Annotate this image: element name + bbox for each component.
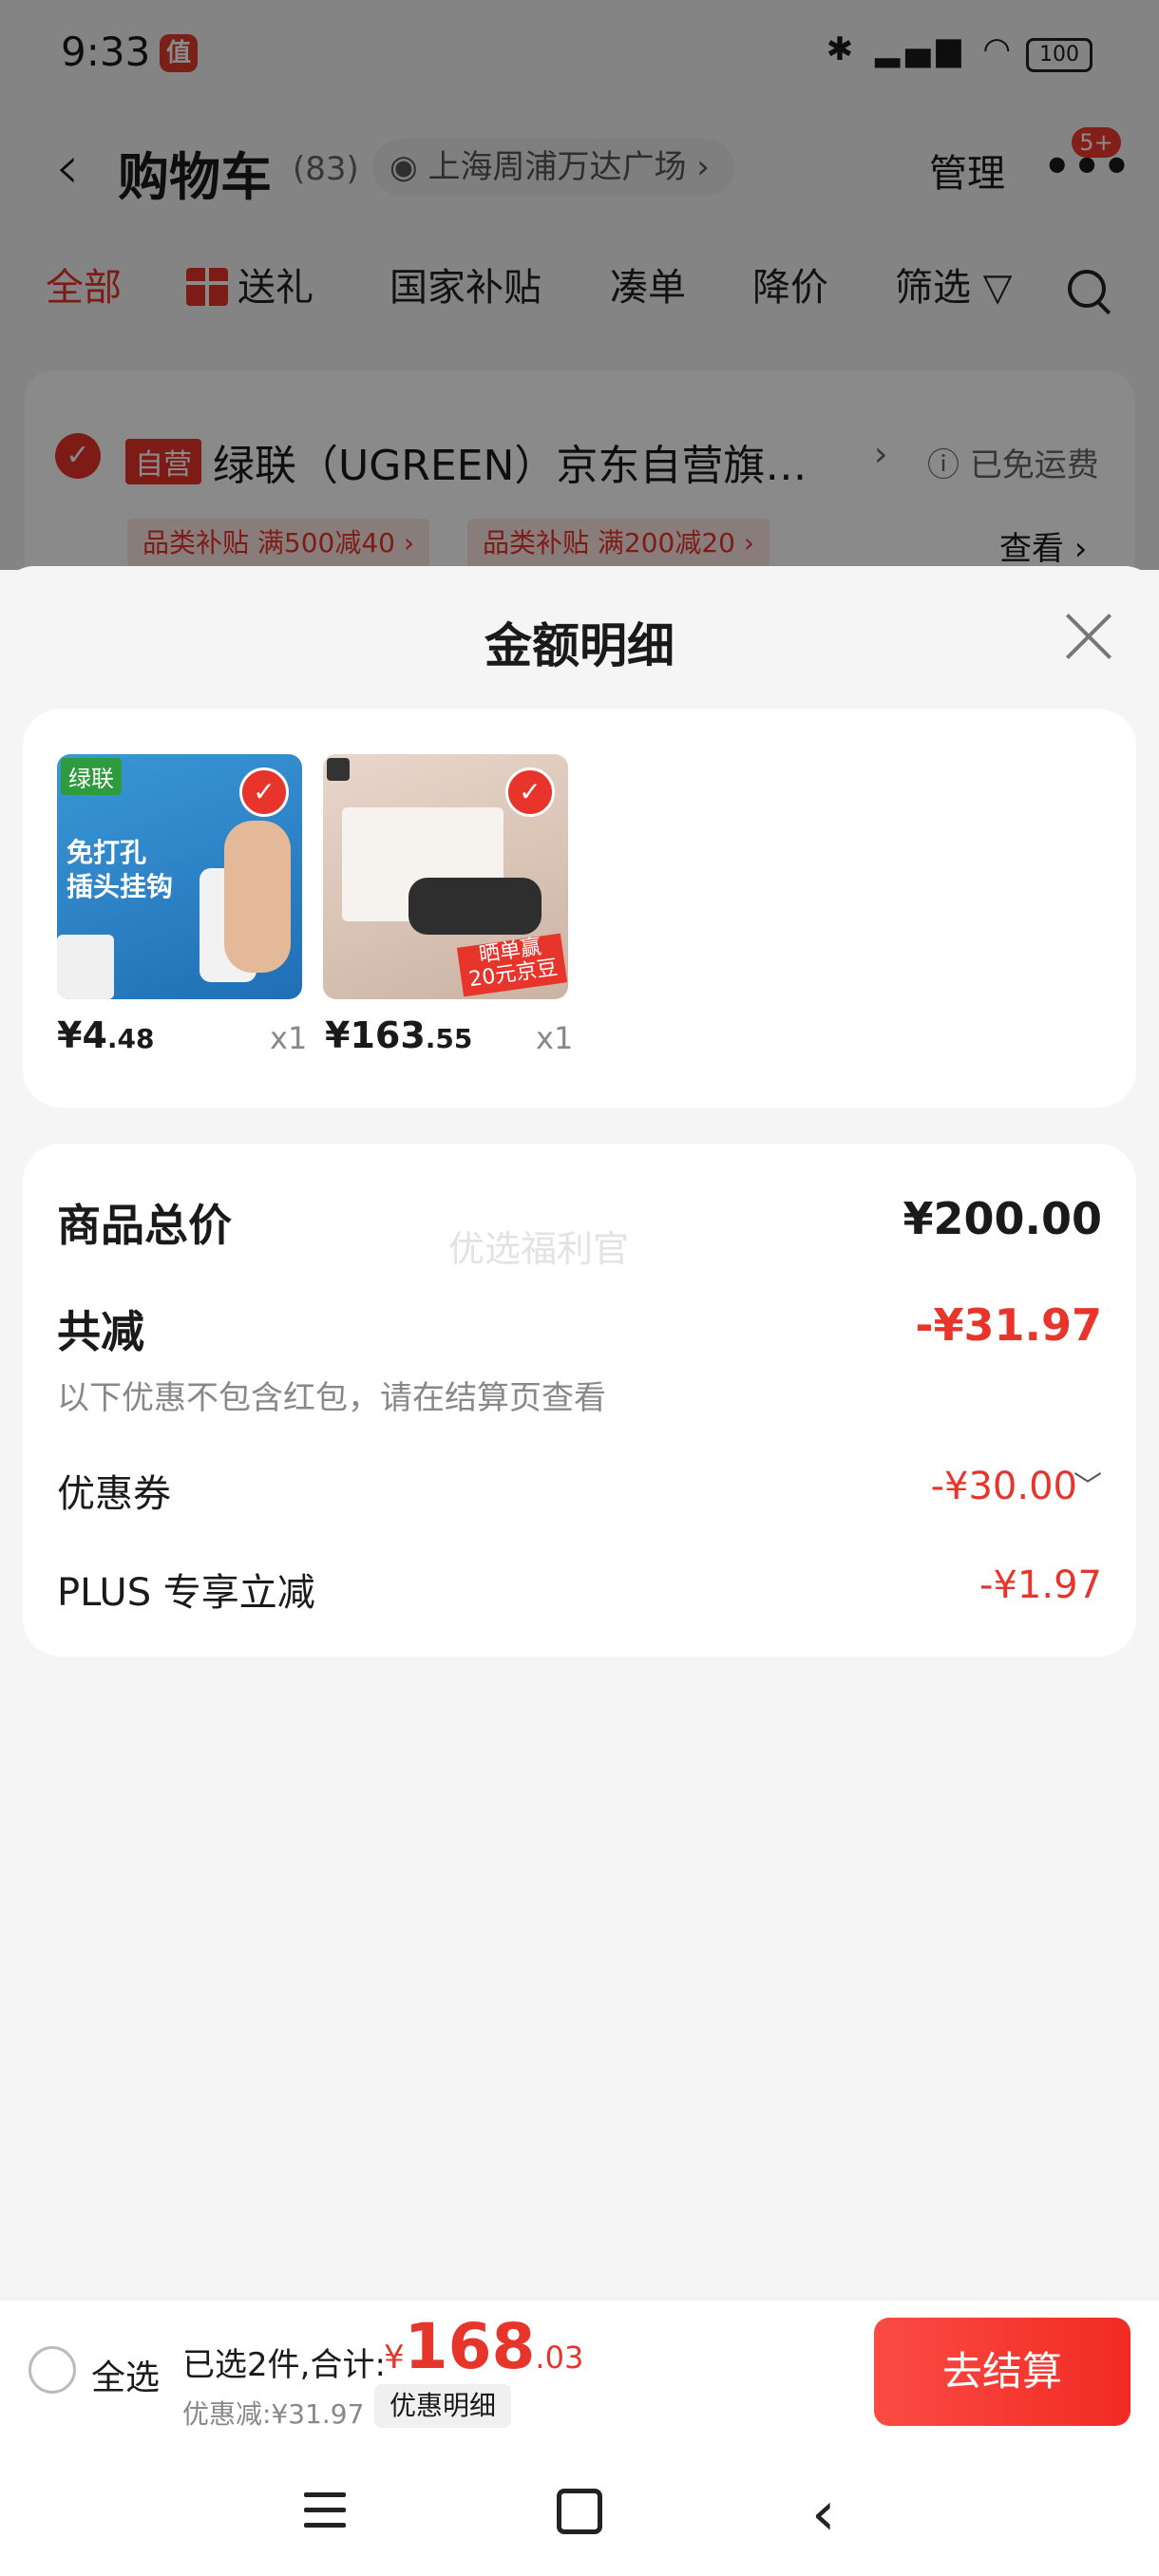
select-all-radio[interactable]: [28, 2346, 76, 2394]
product-image[interactable]: 绿联 免打孔 插头挂钩 ✓: [57, 754, 302, 999]
amount-integer: 168: [404, 2310, 536, 2383]
selected-check-icon: ✓: [505, 767, 555, 817]
plus-discount-label: PLUS 专享立减: [57, 1571, 315, 1615]
back-icon[interactable]: ‹: [811, 2479, 836, 2549]
product-image-headline: 免打孔 插头挂钩: [66, 837, 174, 902]
total-price-value: ¥200.00: [902, 1193, 1102, 1244]
product-price: ¥163.55: [325, 1014, 472, 1056]
price-integer: ¥4: [57, 1014, 107, 1056]
total-price-label: 商品总价: [57, 1200, 232, 1251]
price-decimal: .55: [425, 1023, 473, 1054]
product-price: ¥4.48: [57, 1014, 155, 1056]
discount-summary: 优惠减:¥31.97: [182, 2398, 365, 2430]
product-qty: x1: [270, 1020, 308, 1056]
selected-check-icon: ✓: [239, 767, 289, 817]
price-integer: ¥163: [325, 1014, 426, 1056]
amount-decimal: .03: [535, 2339, 584, 2376]
brand-logo: [327, 758, 350, 781]
modal-overlay[interactable]: [0, 0, 1159, 570]
total-reduction-label: 共减: [57, 1306, 144, 1357]
total-reduction-value: -¥31.97: [915, 1299, 1102, 1351]
plus-discount-value: -¥1.97: [979, 1563, 1102, 1607]
home-icon[interactable]: [557, 2489, 602, 2534]
product-qty: x1: [536, 1020, 574, 1056]
sheet-title: 金额明细: [484, 618, 674, 673]
select-all-label[interactable]: 全选: [91, 2350, 160, 2399]
stand-graphic: [408, 878, 542, 935]
discount-detail-button[interactable]: 优惠明细: [374, 2384, 512, 2428]
coupon-value[interactable]: -¥30.00: [931, 1465, 1077, 1508]
close-icon[interactable]: [1064, 612, 1113, 661]
price-decimal: .48: [106, 1023, 155, 1054]
recent-apps-icon[interactable]: [304, 2492, 346, 2538]
product-image[interactable]: 晒单赢 20元京豆 ✓: [323, 754, 568, 999]
checkout-button[interactable]: 去结算: [874, 2318, 1130, 2426]
watermark: 优选福利官: [448, 1228, 630, 1270]
socket-graphic: [57, 935, 114, 999]
hand-graphic: [224, 821, 291, 973]
brand-tag: 绿联: [61, 758, 122, 795]
chevron-down-icon[interactable]: ﹀: [1074, 1463, 1102, 1505]
promo-sticker: 晒单赢 20元京豆: [456, 933, 568, 997]
total-amount: ¥168.03: [384, 2310, 583, 2383]
coupon-label: 优惠券: [57, 1472, 171, 1516]
selected-summary: 已选2件,合计:: [182, 2346, 386, 2384]
currency-symbol: ¥: [384, 2339, 405, 2377]
reduction-note: 以下优惠不包含红包，请在结算页查看: [57, 1379, 606, 1417]
